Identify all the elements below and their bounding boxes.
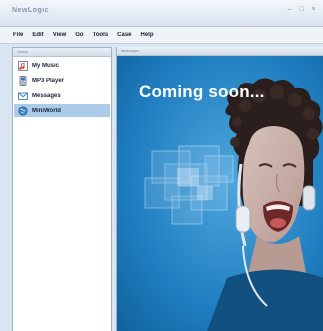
list-item-my-music[interactable]: My Music xyxy=(14,59,110,72)
maximize-button[interactable]: □ xyxy=(298,6,305,13)
app-window: NewLogic – □ × File Edit View Go Tools C… xyxy=(0,0,323,331)
menu-tools[interactable]: Tools xyxy=(93,32,109,38)
menu-edit[interactable]: Edit xyxy=(32,32,43,38)
menu-file[interactable]: File xyxy=(13,32,23,38)
list-item-label: MP3 Player xyxy=(32,77,65,84)
mp3-player-icon xyxy=(19,75,27,86)
menu-bar: File Edit View Go Tools Case Help xyxy=(0,27,323,43)
list-item-mp3-player[interactable]: MP3 Player xyxy=(14,74,110,87)
window-controls: – □ × xyxy=(286,6,317,13)
window-title: NewLogic xyxy=(12,7,50,14)
list-item-label: MiniWorld xyxy=(32,107,61,114)
list-item-messages[interactable]: Messages xyxy=(14,89,110,102)
views-panel: Views My Music MP3 Player Messages MiniW… xyxy=(12,47,112,331)
content-panel-header: Messages xyxy=(117,47,323,56)
list-item-miniworld[interactable]: MiniWorld xyxy=(14,104,110,117)
content-panel: Messages Coming soon... xyxy=(116,47,323,331)
menu-view[interactable]: View xyxy=(53,32,67,38)
menu-divider xyxy=(0,43,323,44)
views-panel-header: Views xyxy=(13,48,111,57)
menu-case[interactable]: Case xyxy=(117,32,131,38)
miniworld-icon xyxy=(18,105,28,116)
messages-icon xyxy=(18,92,28,100)
promo-banner: Coming soon... xyxy=(117,56,323,331)
coming-soon-banner: Coming soon... xyxy=(139,82,265,101)
menu-help[interactable]: Help xyxy=(141,32,154,38)
music-note-icon xyxy=(18,60,28,71)
list-item-label: Messages xyxy=(32,92,61,99)
menu-go[interactable]: Go xyxy=(75,32,83,38)
title-bar[interactable]: NewLogic – □ × xyxy=(0,0,323,27)
minimize-button[interactable]: – xyxy=(286,6,293,13)
list-item-label: My Music xyxy=(32,62,60,69)
close-button[interactable]: × xyxy=(310,6,317,13)
